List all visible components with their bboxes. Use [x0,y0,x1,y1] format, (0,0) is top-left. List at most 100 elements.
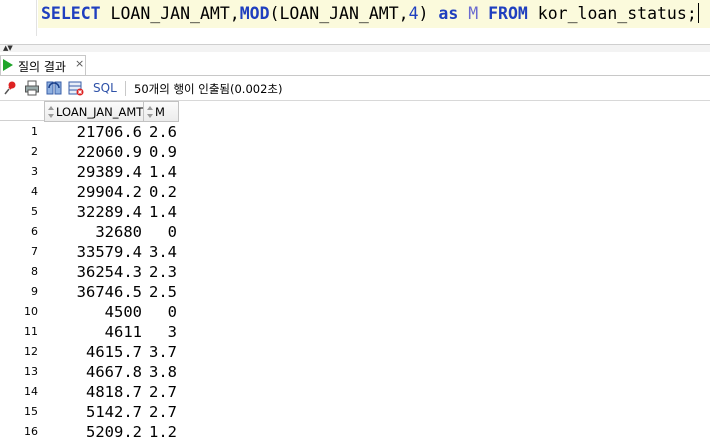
cell-m[interactable]: 0 [144,222,178,242]
cell-loan-jan-amt[interactable]: 22060.9 [44,142,143,162]
cell-m[interactable]: 2.6 [144,122,178,142]
cell-loan-jan-amt[interactable]: 4615.7 [44,342,143,362]
cell-loan-jan-amt[interactable]: 29389.4 [44,162,143,182]
close-icon[interactable]: × [75,57,84,70]
table-row[interactable]: 6 32680 0 [0,222,710,242]
refresh-icon[interactable] [46,80,62,96]
table-row[interactable]: 2 22060.9 0.9 [0,142,710,162]
cell-m[interactable]: 2.7 [144,402,178,422]
sort-icon[interactable] [47,104,55,118]
cell-m[interactable]: 2.7 [144,382,178,402]
column-header-label: M [155,105,165,119]
pane-splitter[interactable] [0,44,710,52]
result-toolbar: SQL 50개의 행이 인출됨(0.002초) [0,76,710,101]
cell-loan-jan-amt[interactable]: 29904.2 [44,182,143,202]
table-row[interactable]: 10 4500 0 [0,302,710,322]
export-icon[interactable] [68,80,84,96]
table-row[interactable]: 4 29904.2 0.2 [0,182,710,202]
sql-developer-window: SELECT LOAN_JAN_AMT,MOD(LOAN_JAN_AMT,4) … [0,0,710,439]
cell-loan-jan-amt[interactable]: 4667.8 [44,362,143,382]
cell-m[interactable]: 3.4 [144,242,178,262]
grid-header: LOAN_JAN_AMT M [0,101,710,122]
table-row[interactable]: 9 36746.5 2.5 [0,282,710,302]
column-header-loan-jan-amt[interactable]: LOAN_JAN_AMT [44,101,144,122]
row-number: 3 [31,165,38,178]
sql-token: M [468,4,479,23]
table-row[interactable]: 12 4615.7 3.7 [0,342,710,362]
sql-token: ( [269,4,280,23]
print-icon[interactable] [24,80,40,96]
row-number: 12 [24,345,38,358]
editor-gutter [0,0,38,36]
cell-m[interactable]: 1.4 [144,162,178,182]
result-grid[interactable]: LOAN_JAN_AMT M 1 21706.6 2.6 2 22060.9 0.9 3 29… [0,101,710,439]
cell-m[interactable]: 0.9 [144,142,178,162]
sql-editor[interactable]: SELECT LOAN_JAN_AMT,MOD(LOAN_JAN_AMT,4) … [0,0,710,44]
cell-loan-jan-amt[interactable]: 4500 [44,302,143,322]
gutter-divider [36,0,37,36]
sql-token: , [229,4,240,23]
table-row[interactable]: 15 5142.7 2.7 [0,402,710,422]
sql-token: MOD [239,4,270,23]
grid-corner [0,101,44,121]
cell-loan-jan-amt[interactable]: 21706.6 [44,122,143,142]
sql-token: LOAN_JAN_AMT [279,4,399,23]
sql-statement[interactable]: SELECT LOAN_JAN_AMT,MOD(LOAN_JAN_AMT,4) … [41,3,699,25]
cell-m[interactable]: 0.2 [144,182,178,202]
sql-token: ; [686,4,697,23]
row-number: 1 [31,125,38,138]
cell-loan-jan-amt[interactable]: 36254.3 [44,262,143,282]
table-row[interactable]: 8 36254.3 2.3 [0,262,710,282]
sql-token: kor_loan_status [537,4,687,23]
row-number: 7 [31,245,38,258]
sql-token: , [398,4,409,23]
row-number: 2 [31,145,38,158]
table-row[interactable]: 1 21706.6 2.6 [0,122,710,142]
cell-m[interactable]: 2.3 [144,262,178,282]
cell-loan-jan-amt[interactable]: 4818.7 [44,382,143,402]
fetch-status: 50개의 행이 인출됨(0.002초) [134,82,283,96]
table-row[interactable]: 5 32289.4 1.4 [0,202,710,222]
cell-loan-jan-amt[interactable]: 5209.2 [44,422,143,439]
table-row[interactable]: 16 5209.2 1.2 [0,422,710,439]
cell-loan-jan-amt[interactable]: 33579.4 [44,242,143,262]
cell-m[interactable]: 3.8 [144,362,178,382]
cell-loan-jan-amt[interactable]: 4611 [44,322,143,342]
column-header-m[interactable]: M [143,101,179,122]
pin-icon[interactable] [3,80,19,96]
cell-loan-jan-amt[interactable]: 32289.4 [44,202,143,222]
cell-loan-jan-amt[interactable]: 32680 [44,222,143,242]
cell-m[interactable]: 0 [144,302,178,322]
cell-m[interactable]: 3 [144,322,178,342]
sort-icon[interactable] [146,104,154,118]
cell-m[interactable]: 1.2 [144,422,178,439]
toolbar-divider [125,81,126,96]
run-result-icon [3,59,13,71]
sql-link[interactable]: SQL [93,81,117,95]
cell-m[interactable]: 2.5 [144,282,178,302]
table-row[interactable]: 13 4667.8 3.8 [0,362,710,382]
cell-m[interactable]: 3.7 [144,342,178,362]
sql-token: FROM [488,4,528,23]
text-caret [697,3,699,23]
table-row[interactable]: 14 4818.7 2.7 [0,382,710,402]
row-number: 15 [24,405,38,418]
splitter-arrows-icon[interactable]: ▲▼ [3,44,13,52]
table-row[interactable]: 7 33579.4 3.4 [0,242,710,262]
sql-token: LOAN_JAN_AMT [110,4,230,23]
cell-loan-jan-amt[interactable]: 5142.7 [44,402,143,422]
tab-query-result[interactable]: 질의 결과 × [0,55,86,75]
row-number: 11 [24,325,38,338]
sql-token: ) [418,4,429,23]
row-number: 8 [31,265,38,278]
table-row[interactable]: 3 29389.4 1.4 [0,162,710,182]
tab-query-result-label: 질의 결과 [18,60,66,74]
cell-loan-jan-amt[interactable]: 36746.5 [44,282,143,302]
row-number: 9 [31,285,38,298]
cell-m[interactable]: 1.4 [144,202,178,222]
table-row[interactable]: 11 4611 3 [0,322,710,342]
row-number: 10 [24,305,38,318]
